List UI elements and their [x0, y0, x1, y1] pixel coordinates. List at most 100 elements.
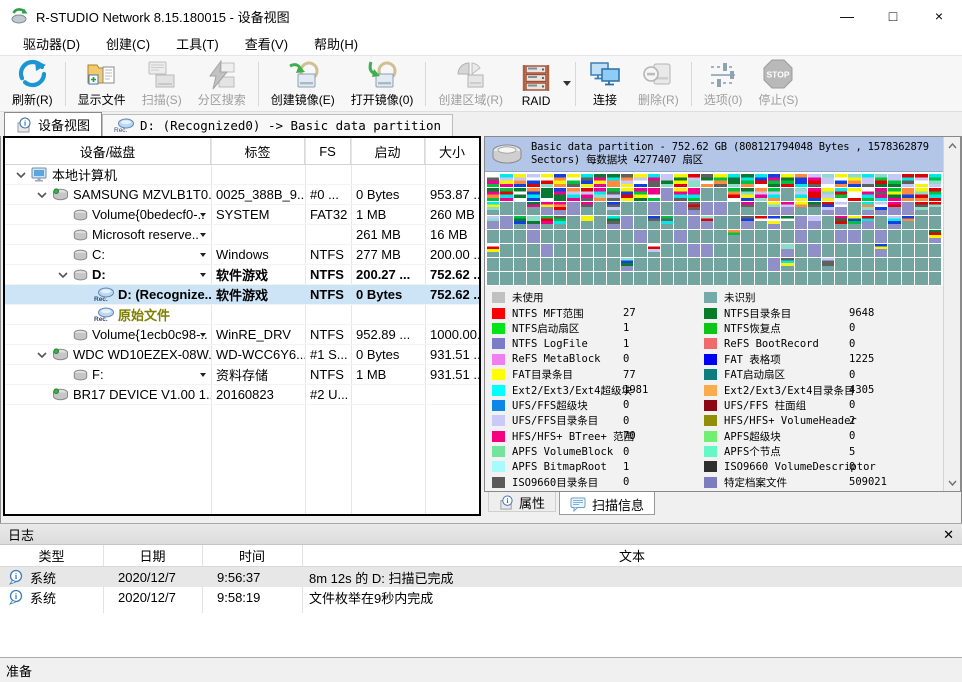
raid-dropdown-arrow-icon[interactable]: [563, 81, 571, 86]
header-size[interactable]: 大小: [425, 138, 479, 164]
legend-item: FAT 表格项1225: [704, 352, 940, 367]
header-device-disk[interactable]: 设备/磁盘: [5, 138, 211, 164]
menu-help[interactable]: 帮助(H): [301, 34, 371, 53]
legend-label: Ext2/Ext3/Ext4超级块: [512, 383, 632, 398]
svg-text:i: i: [24, 118, 26, 127]
menu-view[interactable]: 查看(V): [232, 34, 301, 53]
legend-count: 0: [849, 430, 855, 442]
legend-swatch: [704, 354, 717, 365]
tab-properties[interactable]: i 属性: [488, 492, 556, 512]
header-label[interactable]: 标签: [211, 138, 305, 164]
chevron-down-icon[interactable]: [58, 272, 68, 278]
legend-item: APFS VolumeBlock0: [492, 444, 697, 459]
create-image-button[interactable]: 创建镜像(E): [263, 58, 343, 110]
log-row[interactable]: i系统2020/12/79:56:378m 12s 的 D: 扫描已完成: [0, 567, 962, 587]
legend-label: HFS/HFS+ VolumeHeader: [724, 415, 857, 427]
log-header-type[interactable]: 类型: [0, 545, 103, 567]
folder-files-icon: [86, 60, 118, 90]
legend-swatch: [492, 385, 505, 396]
table-cell: 16 MB: [425, 225, 479, 245]
table-row[interactable]: Volume{1ecb0c98-..WinRE_DRVNTFS952.89 ..…: [5, 325, 479, 345]
maximize-button[interactable]: □: [870, 0, 916, 32]
log-title: 日志: [8, 525, 34, 544]
log-table: 类型 日期 时间 文本 i系统2020/12/79:56:378m 12s 的 …: [0, 545, 962, 657]
device-rows: 本地计算机SAMSUNG MZVLB1T0...0025_388B_9...#0…: [5, 165, 479, 405]
close-button[interactable]: ×: [916, 0, 962, 32]
svg-text:Rec.: Rec.: [94, 316, 108, 322]
combo-arrow-icon[interactable]: [200, 273, 206, 277]
combo-arrow-icon[interactable]: [200, 253, 206, 257]
scroll-down-icon[interactable]: [944, 474, 960, 491]
table-cell: [425, 165, 479, 185]
legend-label: ISO9660目录条目: [512, 475, 598, 490]
combo-arrow-icon[interactable]: [200, 373, 206, 377]
table-row[interactable]: 本地计算机: [5, 165, 479, 185]
create-region-icon: [454, 60, 488, 90]
scrollbar[interactable]: [943, 137, 960, 491]
table-row[interactable]: D:软件游戏NTFS200.27 ...752.62 ...: [5, 265, 479, 285]
table-row[interactable]: BR17 DEVICE V1.00 1....20160823#2 U...: [5, 385, 479, 405]
log-header-text[interactable]: 文本: [302, 545, 962, 567]
rec-icon: Rec.: [114, 118, 134, 133]
view-tab-bar: i 设备视图 Rec. D: (Recognized0) -> Basic da…: [0, 112, 962, 136]
log-header-time[interactable]: 时间: [202, 545, 302, 567]
scan-icon: [146, 60, 178, 90]
legend-count: 0: [849, 399, 855, 411]
chevron-down-icon[interactable]: [37, 192, 47, 198]
table-row[interactable]: SAMSUNG MZVLB1T0...0025_388B_9...#0 ...0…: [5, 185, 479, 205]
legend-count: 0: [623, 446, 629, 458]
table-cell: [425, 305, 479, 325]
table-cell: [305, 165, 351, 185]
tab-device-view[interactable]: i 设备视图: [4, 112, 102, 136]
open-image-button[interactable]: 打开镜像(0): [343, 58, 422, 110]
legend-swatch: [704, 477, 717, 488]
chevron-down-icon[interactable]: [37, 352, 47, 358]
show-files-button[interactable]: 显示文件: [70, 58, 134, 110]
legend-item: APFS个节点5: [704, 444, 940, 459]
header-fs[interactable]: FS: [305, 138, 351, 164]
legend-count: 0: [623, 353, 629, 365]
refresh-button[interactable]: 刷新(R): [4, 58, 61, 110]
raid-button[interactable]: RAID: [511, 58, 561, 110]
table-row[interactable]: Rec.原始文件: [5, 305, 479, 325]
table-cell: SYSTEM: [211, 205, 305, 225]
legend-count: 1981: [623, 384, 648, 396]
legend-item: 未使用: [492, 290, 697, 305]
table-cell: FAT32: [305, 205, 351, 225]
menu-create[interactable]: 创建(C): [93, 34, 163, 53]
log-row[interactable]: i系统2020/12/79:58:19文件枚举在9秒内完成: [0, 587, 962, 607]
minimize-button[interactable]: —: [824, 0, 870, 32]
legend-count: 0: [849, 461, 855, 473]
table-cell: [351, 385, 425, 405]
legend-label: APFS个节点: [724, 444, 781, 459]
tab-scan-information[interactable]: 扫描信息: [559, 492, 655, 515]
table-row[interactable]: Volume{0bedecf0-..SYSTEMFAT321 MB260 MB: [5, 205, 479, 225]
combo-arrow-icon[interactable]: [200, 333, 206, 337]
legend-item: APFS BitmapRoot1: [492, 459, 697, 474]
table-row[interactable]: F:资料存储NTFS1 MB931.51 ...: [5, 365, 479, 385]
header-boot[interactable]: 启动: [351, 138, 425, 164]
chevron-down-icon[interactable]: [16, 172, 26, 178]
tab-recognized-partition[interactable]: Rec. D: (Recognized0) -> Basic data part…: [102, 114, 453, 136]
connect-button[interactable]: 连接: [580, 58, 630, 110]
table-row[interactable]: Rec.D: (Recognize...软件游戏NTFS0 Bytes752.6…: [5, 285, 479, 305]
menu-tools[interactable]: 工具(T): [163, 34, 232, 53]
legend-count: 1225: [849, 353, 874, 365]
combo-arrow-icon[interactable]: [200, 233, 206, 237]
table-cell: 261 MB: [351, 225, 425, 245]
scan-info-icon: [570, 497, 587, 512]
device-table-header: 设备/磁盘 标签 FS 启动 大小: [5, 138, 479, 165]
legend-label: ReFS MetaBlock: [512, 353, 601, 365]
log-header-date[interactable]: 日期: [103, 545, 202, 567]
drive-icon: [52, 188, 69, 201]
table-row[interactable]: Microsoft reserve..261 MB16 MB: [5, 225, 479, 245]
partition-icon: [73, 229, 88, 241]
menu-drive[interactable]: 驱动器(D): [10, 34, 93, 53]
log-close-icon[interactable]: ✕: [943, 524, 954, 545]
table-row[interactable]: WDC WD10EZEX-08W...WD-WCC6Y6...#1 S...0 …: [5, 345, 479, 365]
legend-count: 0: [849, 369, 855, 381]
combo-arrow-icon[interactable]: [200, 213, 206, 217]
table-row[interactable]: C:WindowsNTFS277 MB200.00 ...: [5, 245, 479, 265]
scroll-up-icon[interactable]: [944, 137, 960, 154]
legend-label: FAT目录条目: [512, 367, 573, 382]
